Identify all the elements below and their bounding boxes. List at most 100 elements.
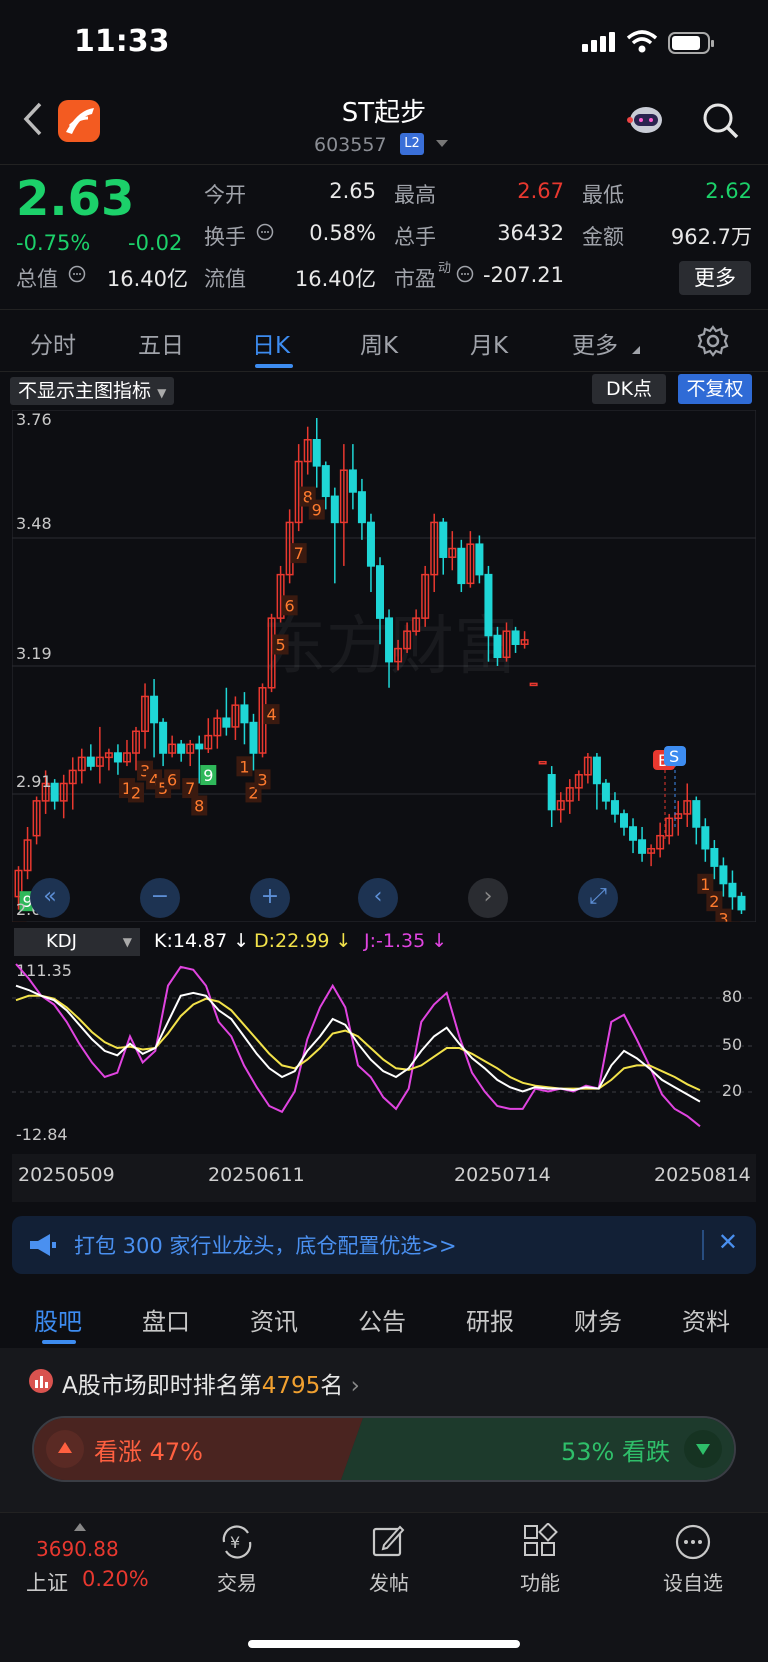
more-options-icon[interactable] xyxy=(674,1523,712,1561)
candle-body xyxy=(710,847,719,867)
nav-post[interactable]: 发帖 xyxy=(344,1567,434,1596)
candle-body xyxy=(385,617,394,663)
candle-body xyxy=(529,682,538,687)
close-icon[interactable]: ✕ xyxy=(718,1228,738,1256)
scroll-left-fast-button[interactable]: « xyxy=(30,878,70,918)
amount-value: 962.7万 xyxy=(670,225,752,249)
fullscreen-button[interactable]: ⤢ xyxy=(578,878,618,918)
search-icon[interactable] xyxy=(702,102,740,140)
candle-body xyxy=(357,491,366,524)
functions-grid-icon[interactable] xyxy=(522,1523,558,1559)
nav-add-watchlist[interactable]: 设自选 xyxy=(648,1567,738,1596)
svg-text:S: S xyxy=(669,747,679,766)
kdj-k-value: K:14.87 ↓ xyxy=(154,930,250,952)
tab-monthly-k[interactable]: 月K xyxy=(470,326,508,360)
expand-up-icon[interactable] xyxy=(74,1523,86,1531)
candle-body xyxy=(195,743,204,750)
volume-value: 36432 xyxy=(497,221,564,245)
robot-assistant-icon[interactable] xyxy=(624,100,668,140)
trade-yen-icon[interactable]: ¥ xyxy=(218,1523,256,1561)
tab-finance[interactable]: 财务 xyxy=(574,1302,622,1337)
stock-header: ST起步 603557 L2 xyxy=(0,88,768,164)
sentiment-vote: 看涨 47% 53% 看跌 xyxy=(32,1416,736,1482)
index-percent[interactable]: 0.20% xyxy=(82,1567,149,1591)
stock-code[interactable]: 603557 xyxy=(314,134,387,156)
vote-up-button[interactable] xyxy=(46,1430,84,1468)
settings-gear-icon[interactable] xyxy=(696,324,730,358)
vote-down-text: 53% 看跌 xyxy=(561,1438,670,1466)
pe-value: -207.21 xyxy=(482,263,564,287)
ranking-text[interactable]: A股市场即时排名第4795名 › xyxy=(62,1366,360,1400)
kdj-bar: KDJ ▼ K:14.87 ↓ D:22.99 ↓ J:-1.35 ↓ xyxy=(14,928,756,958)
candle-body xyxy=(113,752,122,763)
status-time: 11:33 xyxy=(74,24,170,59)
candle-body xyxy=(457,547,466,585)
svg-text:¥: ¥ xyxy=(230,1533,240,1552)
float-cap-label: 流值 xyxy=(204,267,246,291)
kdj-bottom-label: -12.84 xyxy=(16,1125,68,1144)
info-icon[interactable] xyxy=(68,265,86,283)
vote-up-text: 看涨 47% xyxy=(94,1438,203,1466)
vote-down-button[interactable] xyxy=(684,1430,722,1468)
level2-badge[interactable]: L2 xyxy=(400,133,424,155)
open-label: 今开 xyxy=(204,183,246,207)
high-value: 2.67 xyxy=(517,179,564,203)
candle-body xyxy=(547,774,556,811)
price-label: 3.48 xyxy=(16,514,52,533)
tab-daily-k[interactable]: 日K xyxy=(252,326,290,360)
td-marker-label: 2 xyxy=(131,783,141,802)
adjust-button[interactable]: 不复权 xyxy=(678,374,752,404)
zoom-in-button[interactable]: + xyxy=(250,878,290,918)
tab-intraday[interactable]: 分时 xyxy=(30,326,76,360)
scroll-left-button[interactable]: ‹ xyxy=(358,878,398,918)
candle-body xyxy=(86,756,95,767)
low-value: 2.62 xyxy=(705,179,752,203)
candle-body xyxy=(312,439,321,467)
promo-banner[interactable]: 打包 300 家行业龙头，底仓配置优选>> ✕ xyxy=(12,1216,756,1274)
nav-functions[interactable]: 功能 xyxy=(495,1567,585,1596)
td-marker-label: 8 xyxy=(194,796,204,815)
candle-body xyxy=(592,756,601,785)
info-icon[interactable] xyxy=(456,265,474,283)
banner-text[interactable]: 打包 300 家行业龙头，底仓配置优选>> xyxy=(74,1230,457,1260)
candle-body xyxy=(692,800,701,828)
tab-profile[interactable]: 资料 xyxy=(682,1302,730,1337)
tab-research[interactable]: 研报 xyxy=(466,1302,514,1337)
candle-body xyxy=(222,717,231,728)
tab-pankou[interactable]: 盘口 xyxy=(142,1302,190,1337)
index-name[interactable]: 上证 xyxy=(26,1567,68,1597)
kdj-k-line xyxy=(15,984,701,1103)
period-tabs: 分时 五日 日K 周K 月K 更多 xyxy=(0,310,768,372)
td-marker-label: 7 xyxy=(294,544,304,563)
current-price: 2.63 xyxy=(16,171,135,227)
float-cap-value: 16.40亿 xyxy=(294,267,376,291)
more-button[interactable]: 更多 xyxy=(679,261,751,295)
amount-label: 金额 xyxy=(582,225,624,249)
price-label-max: 3.76 xyxy=(16,410,52,429)
kdj-chart[interactable]: 111.35 -12.84 80 50 20 xyxy=(12,958,756,1154)
tab-news[interactable]: 资讯 xyxy=(250,1302,298,1337)
tab-announcements[interactable]: 公告 xyxy=(358,1302,406,1337)
dropdown-caret-icon[interactable] xyxy=(436,140,448,147)
pe-label: 市盈 xyxy=(394,267,436,291)
date-label: 20250611 xyxy=(208,1164,305,1186)
dk-point-button[interactable]: DK点 xyxy=(592,374,666,404)
tab-weekly-k[interactable]: 周K xyxy=(360,326,398,360)
post-edit-icon[interactable] xyxy=(370,1523,406,1559)
ranking-panel: A股市场即时排名第4795名 › 看涨 47% 53% 看跌 xyxy=(0,1348,768,1512)
candle-body xyxy=(619,813,629,828)
nav-trade[interactable]: 交易 xyxy=(192,1567,282,1596)
sub-indicator-select[interactable]: KDJ ▼ xyxy=(14,928,140,956)
info-icon[interactable] xyxy=(256,223,274,241)
main-indicator-select[interactable]: 不显示主图指标 ▼ xyxy=(10,377,175,405)
tab-guba[interactable]: 股吧 xyxy=(34,1302,82,1337)
candle-body xyxy=(493,634,502,659)
tab-more[interactable]: 更多 xyxy=(572,326,618,360)
zoom-out-button[interactable]: − xyxy=(140,878,180,918)
active-tab-indicator xyxy=(255,364,293,368)
scroll-right-button[interactable]: › xyxy=(468,878,508,918)
candlestick-chart[interactable]: 东方财富 891234567891234567891234567 B S xyxy=(12,410,756,922)
turnover-label: 换手 xyxy=(204,225,246,249)
tab-five-day[interactable]: 五日 xyxy=(138,326,184,360)
index-value[interactable]: 3690.88 xyxy=(36,1537,119,1561)
